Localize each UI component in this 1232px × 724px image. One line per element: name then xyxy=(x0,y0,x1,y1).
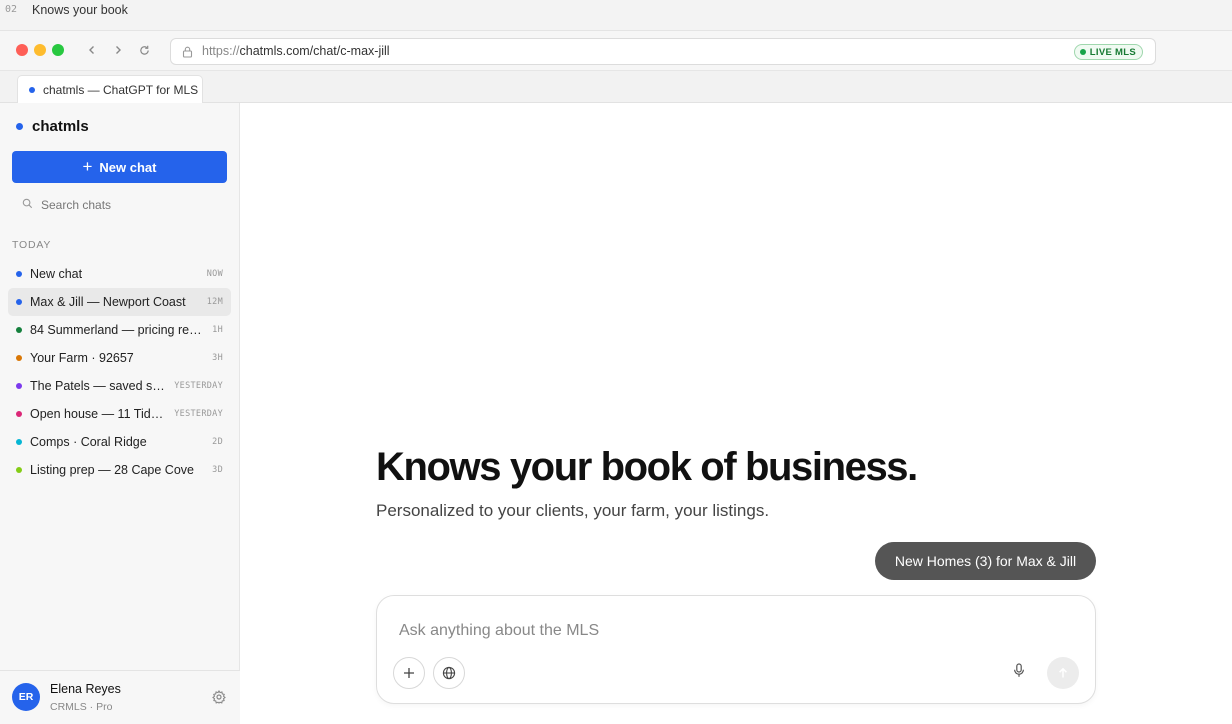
chat-list: New chat NOW Max & Jill — Newport Coast 12M… xyxy=(8,260,231,484)
chat-timestamp: YESTERDAY xyxy=(174,409,223,419)
search-chats-input[interactable]: Search chats xyxy=(12,193,227,217)
headline: Knows your book of business. xyxy=(376,445,918,489)
chat-color-dot xyxy=(16,383,22,389)
chat-color-dot xyxy=(16,467,22,473)
main-panel: Knows your book of business. Personalize… xyxy=(240,103,1232,724)
chat-color-dot xyxy=(16,355,22,361)
lock-icon xyxy=(182,45,193,63)
new-chat-label: New chat xyxy=(99,159,157,175)
url-protocol: https:// xyxy=(202,44,240,58)
minimize-window-button[interactable] xyxy=(34,44,46,56)
window-title-strip: 02 Knows your book xyxy=(0,0,1232,30)
close-window-button[interactable] xyxy=(16,44,28,56)
chat-timestamp: 1H xyxy=(212,325,223,335)
chat-timestamp: YESTERDAY xyxy=(174,381,223,391)
subheadline: Personalized to your clients, your farm,… xyxy=(376,501,770,520)
chat-color-dot xyxy=(16,271,22,277)
plus-icon xyxy=(404,668,414,678)
composer[interactable]: Ask anything about the MLS xyxy=(376,595,1096,704)
search-icon xyxy=(22,198,33,212)
sidebar: chatmls + New chat Search chats TODAY Ne… xyxy=(0,103,240,724)
maximize-window-button[interactable] xyxy=(52,44,64,56)
avatar[interactable]: ER xyxy=(12,683,40,711)
tab-strip: chatmls — ChatGPT for MLS xyxy=(0,70,1232,104)
browser-tab[interactable]: chatmls — ChatGPT for MLS xyxy=(17,75,203,104)
send-button[interactable] xyxy=(1047,657,1079,689)
chat-list-item[interactable]: Listing prep — 28 Cape Cove 3D xyxy=(8,456,231,484)
window-title: Knows your book xyxy=(32,3,128,17)
browser-window: https://chatmls.com/chat/c-max-jill LIVE… xyxy=(0,30,1232,724)
chat-list-item[interactable]: Max & Jill — Newport Coast 12M xyxy=(8,288,231,316)
url-path: chatmls.com/chat/c-max-jill xyxy=(239,44,390,58)
chat-title: New chat xyxy=(30,267,83,281)
forward-icon[interactable] xyxy=(109,41,127,59)
chat-title: 84 Summerland — pricing rec... xyxy=(30,323,205,337)
chat-color-dot xyxy=(16,327,22,333)
chat-timestamp: 12M xyxy=(206,297,223,307)
chat-list-item[interactable]: 84 Summerland — pricing rec... 1H xyxy=(8,316,231,344)
user-name: Elena Reyes xyxy=(50,682,121,696)
tab-favicon-dot xyxy=(29,87,35,93)
plus-icon: + xyxy=(82,157,93,176)
gear-icon[interactable] xyxy=(212,689,226,709)
section-label-today: TODAY xyxy=(12,239,52,251)
brand-name: chatmls xyxy=(32,118,89,135)
user-profile[interactable]: ER Elena Reyes CRMLS · Pro xyxy=(0,670,240,724)
chat-title: Your Farm · 92657 xyxy=(30,351,134,365)
microphone-icon[interactable] xyxy=(1013,663,1025,683)
live-mls-badge: LIVE MLS xyxy=(1073,44,1143,60)
web-search-button[interactable] xyxy=(433,657,465,689)
chat-timestamp: 2D xyxy=(212,437,223,447)
chat-title: Listing prep — 28 Cape Cove xyxy=(30,463,194,477)
tab-title: chatmls — ChatGPT for MLS xyxy=(43,83,199,97)
chat-title: Open house — 11 Tide ... xyxy=(30,407,167,421)
back-icon[interactable] xyxy=(83,41,101,59)
reload-icon[interactable] xyxy=(135,41,153,59)
chat-list-item[interactable]: Comps · Coral Ridge 2D xyxy=(8,428,231,456)
chat-color-dot xyxy=(16,299,22,305)
chat-list-item[interactable]: New chat NOW xyxy=(8,260,231,288)
chat-list-item[interactable]: Open house — 11 Tide ... YESTERDAY xyxy=(8,400,231,428)
composer-input[interactable]: Ask anything about the MLS xyxy=(399,622,599,640)
new-chat-button[interactable]: + New chat xyxy=(12,151,227,183)
user-plan: CRMLS · Pro xyxy=(50,701,113,713)
chat-list-item[interactable]: The Patels — saved se... YESTERDAY xyxy=(8,372,231,400)
address-bar[interactable]: https://chatmls.com/chat/c-max-jill LIVE… xyxy=(170,38,1156,65)
chat-title: Comps · Coral Ridge xyxy=(30,435,147,449)
window-index: 02 xyxy=(5,4,18,15)
url-text: https://chatmls.com/chat/c-max-jill xyxy=(202,44,390,58)
live-mls-label: LIVE MLS xyxy=(1089,46,1136,58)
chat-timestamp: 3D xyxy=(212,465,223,475)
chat-title: Max & Jill — Newport Coast xyxy=(30,295,186,309)
chat-timestamp: 3H xyxy=(212,353,223,363)
live-status-dot xyxy=(1079,49,1086,55)
suggestion-chip[interactable]: New Homes (3) for Max & Jill xyxy=(875,542,1096,580)
brand[interactable]: chatmls xyxy=(16,118,89,135)
browser-toolbar: https://chatmls.com/chat/c-max-jill LIVE… xyxy=(0,30,1232,70)
brand-dot xyxy=(16,123,23,130)
arrow-up-icon xyxy=(1059,667,1067,678)
chat-timestamp: NOW xyxy=(206,269,223,279)
search-placeholder: Search chats xyxy=(41,198,112,212)
globe-icon xyxy=(442,666,456,680)
chat-list-item[interactable]: Your Farm · 92657 3H xyxy=(8,344,231,372)
attach-button[interactable] xyxy=(393,657,425,689)
chat-color-dot xyxy=(16,439,22,445)
chat-title: The Patels — saved se... xyxy=(30,379,167,393)
chat-color-dot xyxy=(16,411,22,417)
